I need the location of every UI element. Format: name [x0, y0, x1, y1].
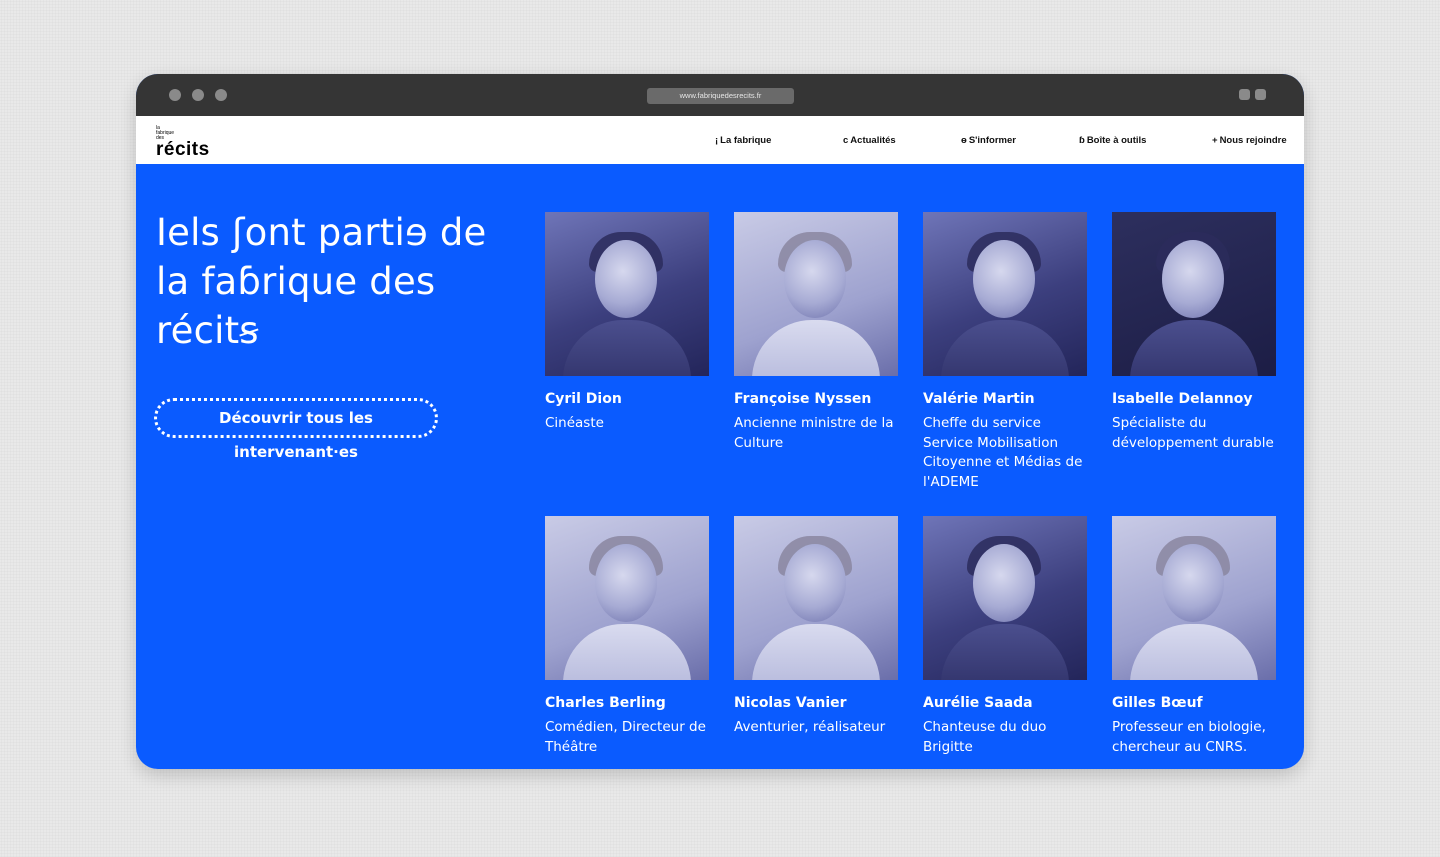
person-name: Isabelle Delannoy [1112, 391, 1253, 407]
person-card[interactable]: Françoise Nyssen Ancienne ministre de la… [734, 212, 898, 453]
nav-item-actualites[interactable]: c Actualités [843, 135, 896, 146]
site-logo[interactable]: la fabrique des récits [156, 126, 210, 160]
logo-wordmark: récits [156, 139, 210, 160]
person-name: Valérie Martin [923, 391, 1035, 407]
person-role: Chanteuse du duo Brigitte [923, 719, 1047, 755]
address-bar[interactable]: www.fabriquedesrecits.fr [647, 88, 794, 104]
person-role: Cinéaste [545, 415, 604, 431]
close-window-dot[interactable] [169, 89, 181, 101]
person-name: Cyril Dion [545, 391, 622, 407]
nav-glyph-icon: + [1212, 135, 1218, 146]
person-card[interactable]: Aurélie Saada Chanteuse du duo Brigitte [923, 516, 1087, 757]
nav-glyph-icon: ɓ [1079, 135, 1085, 146]
page-title: Iels ʃont partiɘ de la faɓrique des réci… [156, 211, 487, 352]
person-photo [734, 516, 898, 680]
person-photo [923, 516, 1087, 680]
menu-icon[interactable] [1255, 89, 1266, 100]
nav-item-sinformer[interactable]: ɵ S'informer [961, 135, 1016, 146]
site-navbar: la fabrique des récits ¡ La fabrique c Act… [136, 116, 1304, 164]
person-name: Charles Berling [545, 695, 666, 711]
person-photo [1112, 516, 1276, 680]
main-content: Iels ʃont partiɘ de la faɓrique des réci… [136, 164, 1304, 769]
person-role: Ancienne ministre de la Culture [734, 415, 894, 451]
minimize-window-dot[interactable] [192, 89, 204, 101]
nav-item-la-fabrique[interactable]: ¡ La fabrique [715, 135, 771, 146]
person-role: Comédien, Directeur de Théâtre [545, 719, 706, 755]
person-card[interactable]: Nicolas Vanier Aventurier, réalisateur [734, 516, 898, 738]
browser-window: www.fabriquedesrecits.fr la fabrique des… [136, 74, 1304, 769]
person-card[interactable]: Cyril Dion Cinéaste [545, 212, 709, 434]
nav-item-label: Boîte à outils [1086, 135, 1147, 146]
person-role: Professeur en biologie, chercheur au CNR… [1112, 719, 1266, 755]
nav-item-label: S'informer [968, 135, 1016, 146]
nav-glyph-icon: ¡ [715, 135, 719, 146]
nav-glyph-icon: c [843, 135, 849, 146]
person-role: Aventurier, réalisateur [734, 719, 886, 735]
person-card[interactable]: Isabelle Delannoy Spécialiste du dévelop… [1112, 212, 1276, 453]
person-name: Françoise Nyssen [734, 391, 872, 407]
person-photo [545, 212, 709, 376]
person-photo [545, 516, 709, 680]
nav-item-label: Actualités [850, 135, 896, 146]
person-name: Gilles Bœuf [1112, 695, 1203, 711]
person-role: Cheffe du service Service Mobilisation C… [923, 415, 1083, 490]
nav-item-label: Nous rejoindre [1219, 135, 1287, 146]
person-card[interactable]: Valérie Martin Cheffe du service Service… [923, 212, 1087, 492]
person-card[interactable]: Charles Berling Comédien, Directeur de T… [545, 516, 709, 757]
nav-item-nous-rejoindre[interactable]: + Nous rejoindre [1212, 135, 1287, 146]
extension-icon[interactable] [1239, 89, 1250, 100]
nav-glyph-icon: ɵ [961, 135, 967, 146]
person-photo [923, 212, 1087, 376]
discover-speakers-button[interactable]: Découvrir tous les intervenant·es [154, 398, 438, 461]
person-role: Spécialiste du développement durable [1112, 415, 1274, 451]
person-photo [734, 212, 898, 376]
person-name: Nicolas Vanier [734, 695, 847, 711]
maximize-window-dot[interactable] [215, 89, 227, 101]
person-name: Aurélie Saada [923, 695, 1033, 711]
nav-item-boite-a-outils[interactable]: ɓ Boîte à outils [1079, 135, 1146, 146]
nav-item-label: La fabrique [720, 135, 772, 146]
browser-chrome: www.fabriquedesrecits.fr [136, 74, 1304, 116]
person-photo [1112, 212, 1276, 376]
person-card[interactable]: Gilles Bœuf Professeur en biologie, cher… [1112, 516, 1276, 757]
